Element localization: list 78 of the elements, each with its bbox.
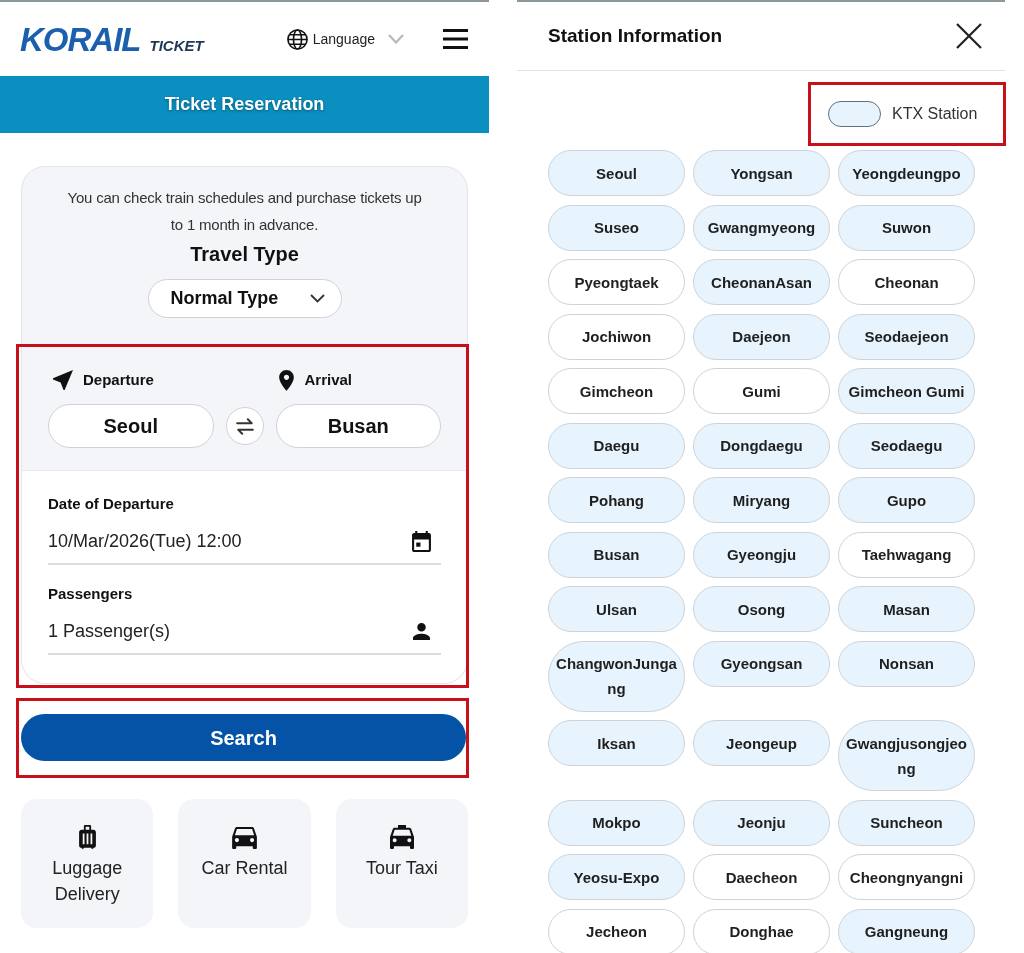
legend-label: KTX Station xyxy=(892,104,978,124)
station-field[interactable]: Busan xyxy=(275,404,441,448)
navigation-arrow-icon xyxy=(53,370,73,391)
station-chip[interactable]: Donghae xyxy=(693,908,830,953)
location-pin-icon xyxy=(278,369,294,391)
taxi-icon xyxy=(389,825,414,849)
station-chip[interactable]: Cheongnyangni xyxy=(838,854,975,900)
station-chip[interactable]: Taehwagang xyxy=(838,531,975,578)
search-button[interactable]: Search xyxy=(21,714,466,761)
car-icon xyxy=(232,827,257,849)
station-chip[interactable]: Yeosu-Expo xyxy=(548,854,685,900)
station-chip[interactable]: Iksan xyxy=(548,720,685,766)
close-icon[interactable] xyxy=(956,23,982,49)
station-chip[interactable]: Gimcheon xyxy=(548,368,685,414)
station-chip[interactable]: Pyeongtaek xyxy=(548,259,685,305)
station-chip[interactable]: Gwangmyeong xyxy=(693,204,830,251)
globe-icon xyxy=(286,28,308,50)
swap-button[interactable] xyxy=(225,407,264,445)
station-chip[interactable]: Yongsan xyxy=(693,150,830,196)
station-chip[interactable]: Busan xyxy=(548,531,685,578)
station-chip[interactable]: Seoul xyxy=(548,150,685,196)
station-chip[interactable]: Cheonan xyxy=(838,259,975,305)
date-field[interactable]: 10/Mar/2026(Tue) 12:00 xyxy=(48,519,441,565)
menu-icon[interactable] xyxy=(443,29,468,49)
station-chip[interactable]: Gupo xyxy=(838,477,975,523)
station-chip[interactable]: Seodaejeon xyxy=(838,313,975,360)
station-chip[interactable]: Miryang xyxy=(693,477,830,523)
station-chip[interactable]: Masan xyxy=(838,586,975,632)
station-chip[interactable]: Yeongdeungpo xyxy=(838,150,975,196)
logo-wordmark: KORAIL xyxy=(20,22,141,56)
swatch-icon xyxy=(828,101,881,127)
station-chip[interactable]: Gimcheon Gumi xyxy=(838,368,975,414)
calendar-icon xyxy=(412,530,431,552)
service-tile[interactable]: Car Rental xyxy=(178,799,311,928)
station-chip[interactable]: Ulsan xyxy=(548,586,685,632)
station-chip[interactable]: Nonsan xyxy=(838,640,975,687)
station-chip[interactable]: Jeonju xyxy=(693,799,830,846)
luggage-icon xyxy=(78,825,96,849)
station-chip[interactable]: Gumi xyxy=(693,368,830,414)
section-title: Travel Type xyxy=(190,242,299,267)
station-chip[interactable]: Jecheon xyxy=(548,908,685,953)
logo-subtitle: TICKET xyxy=(149,37,204,53)
station-chip[interactable]: Jeongeup xyxy=(693,720,830,766)
station-chip[interactable]: Suseo xyxy=(548,204,685,251)
station-chip[interactable]: Mokpo xyxy=(548,799,685,846)
service-tile[interactable]: Luggage Delivery xyxy=(21,799,154,928)
station-chip[interactable]: ChangwonJungang xyxy=(548,640,685,712)
station-chip[interactable]: Gangneung xyxy=(838,908,975,953)
station-chip[interactable]: Gyeongsan xyxy=(693,640,830,687)
station-chip[interactable]: Daegu xyxy=(548,422,685,469)
station-chip[interactable]: Daejeon xyxy=(693,313,830,360)
field-label: Departure xyxy=(83,370,154,390)
station-chip[interactable]: Suncheon xyxy=(838,799,975,846)
travel-type-dropdown[interactable]: Normal Type xyxy=(147,279,342,318)
station-chip[interactable]: Seodaegu xyxy=(838,422,975,469)
station-chip[interactable]: Gwangjusongjeong xyxy=(838,720,975,791)
person-icon xyxy=(413,622,430,640)
station-chip[interactable]: Dongdaegu xyxy=(693,422,830,469)
banner-title: Ticket Reservation xyxy=(164,93,325,116)
station-chip[interactable]: Pohang xyxy=(548,477,685,523)
passengers-field[interactable]: 1 Passenger(s) xyxy=(48,609,441,655)
station-field[interactable]: Seoul xyxy=(48,404,214,448)
chevron-down-icon xyxy=(388,34,404,44)
field-label: Arrival xyxy=(304,370,353,390)
panel-title: Station Information xyxy=(548,23,723,48)
station-chip[interactable]: CheonanAsan xyxy=(693,259,830,305)
notice-text: You can check train schedules and purchase tickets up to 1 month in advance. xyxy=(66,188,423,235)
field-label: Date of Departure xyxy=(48,494,175,514)
field-label: Passengers xyxy=(48,584,134,604)
chevron-down-icon xyxy=(309,294,325,303)
station-chip[interactable]: Gyeongju xyxy=(693,531,830,578)
station-chip[interactable]: Daecheon xyxy=(693,854,830,900)
station-chip[interactable]: Osong xyxy=(693,586,830,632)
station-chip[interactable]: Jochiwon xyxy=(548,313,685,360)
station-chip[interactable]: Suwon xyxy=(838,204,975,251)
service-tile[interactable]: Tour Taxi xyxy=(335,799,468,928)
swap-arrows-icon xyxy=(235,416,254,436)
language-selector[interactable]: Language xyxy=(286,28,404,50)
